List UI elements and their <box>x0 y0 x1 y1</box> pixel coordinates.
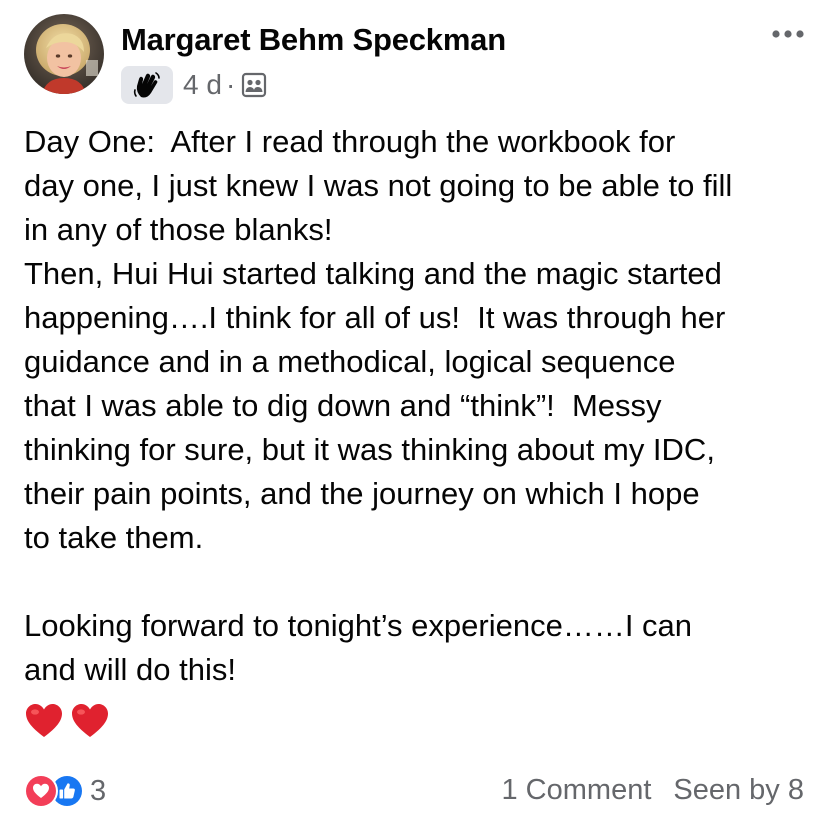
post-text-line: that I was able to dig down and “think”!… <box>24 388 662 423</box>
heart-emojis <box>24 702 110 740</box>
reactions-summary[interactable]: 3 <box>24 774 106 808</box>
new-member-badge[interactable] <box>121 66 173 104</box>
feed-post: Margaret Behm Speckman 4 d · Day One: Af… <box>0 0 828 828</box>
waving-hand-icon <box>133 72 160 98</box>
post-text: Day One: After I read through the workbo… <box>24 120 814 692</box>
post-text-line: in any of those blanks! <box>24 212 333 247</box>
post-meta: 4 d · <box>121 66 267 104</box>
post-text-line: their pain points, and the journey on wh… <box>24 476 700 511</box>
post-text-line: happening….I think for all of us! It was… <box>24 300 726 335</box>
more-options-icon <box>772 30 804 38</box>
red-heart-icon <box>72 704 108 737</box>
more-options-button[interactable] <box>770 22 806 46</box>
comment-count-link[interactable]: 1 Comment <box>502 774 652 807</box>
reaction-count: 3 <box>90 774 107 807</box>
post-footer: 3 1 Comment Seen by 8 <box>24 770 804 814</box>
post-text-line: to take them. <box>24 520 204 555</box>
love-reaction-icon <box>24 774 58 808</box>
meta-separator: · <box>225 69 236 100</box>
post-text-line: thinking for sure, but it was thinking a… <box>24 432 715 467</box>
red-heart-icon <box>26 704 62 737</box>
author-name[interactable]: Margaret Behm Speckman <box>121 22 506 58</box>
post-text-line: guidance and in a methodical, logical se… <box>24 344 676 379</box>
author-avatar[interactable] <box>24 14 104 94</box>
post-text-line: Looking forward to tonight’s experience…… <box>24 608 693 643</box>
post-text-line: day one, I just knew I was not going to … <box>24 168 733 203</box>
post-text-line <box>24 560 814 604</box>
post-text-line: Then, Hui Hui started talking and the ma… <box>24 256 722 291</box>
engagement-stats: 1 Comment Seen by 8 <box>502 774 805 807</box>
post-text-line: Day One: After I read through the workbo… <box>24 124 676 159</box>
avatar-image <box>24 14 104 94</box>
seen-by-link[interactable]: Seen by 8 <box>673 774 804 807</box>
post-timestamp[interactable]: 4 d <box>183 69 222 101</box>
group-members-icon[interactable] <box>241 72 267 98</box>
post-text-line: and will do this! <box>24 652 236 687</box>
